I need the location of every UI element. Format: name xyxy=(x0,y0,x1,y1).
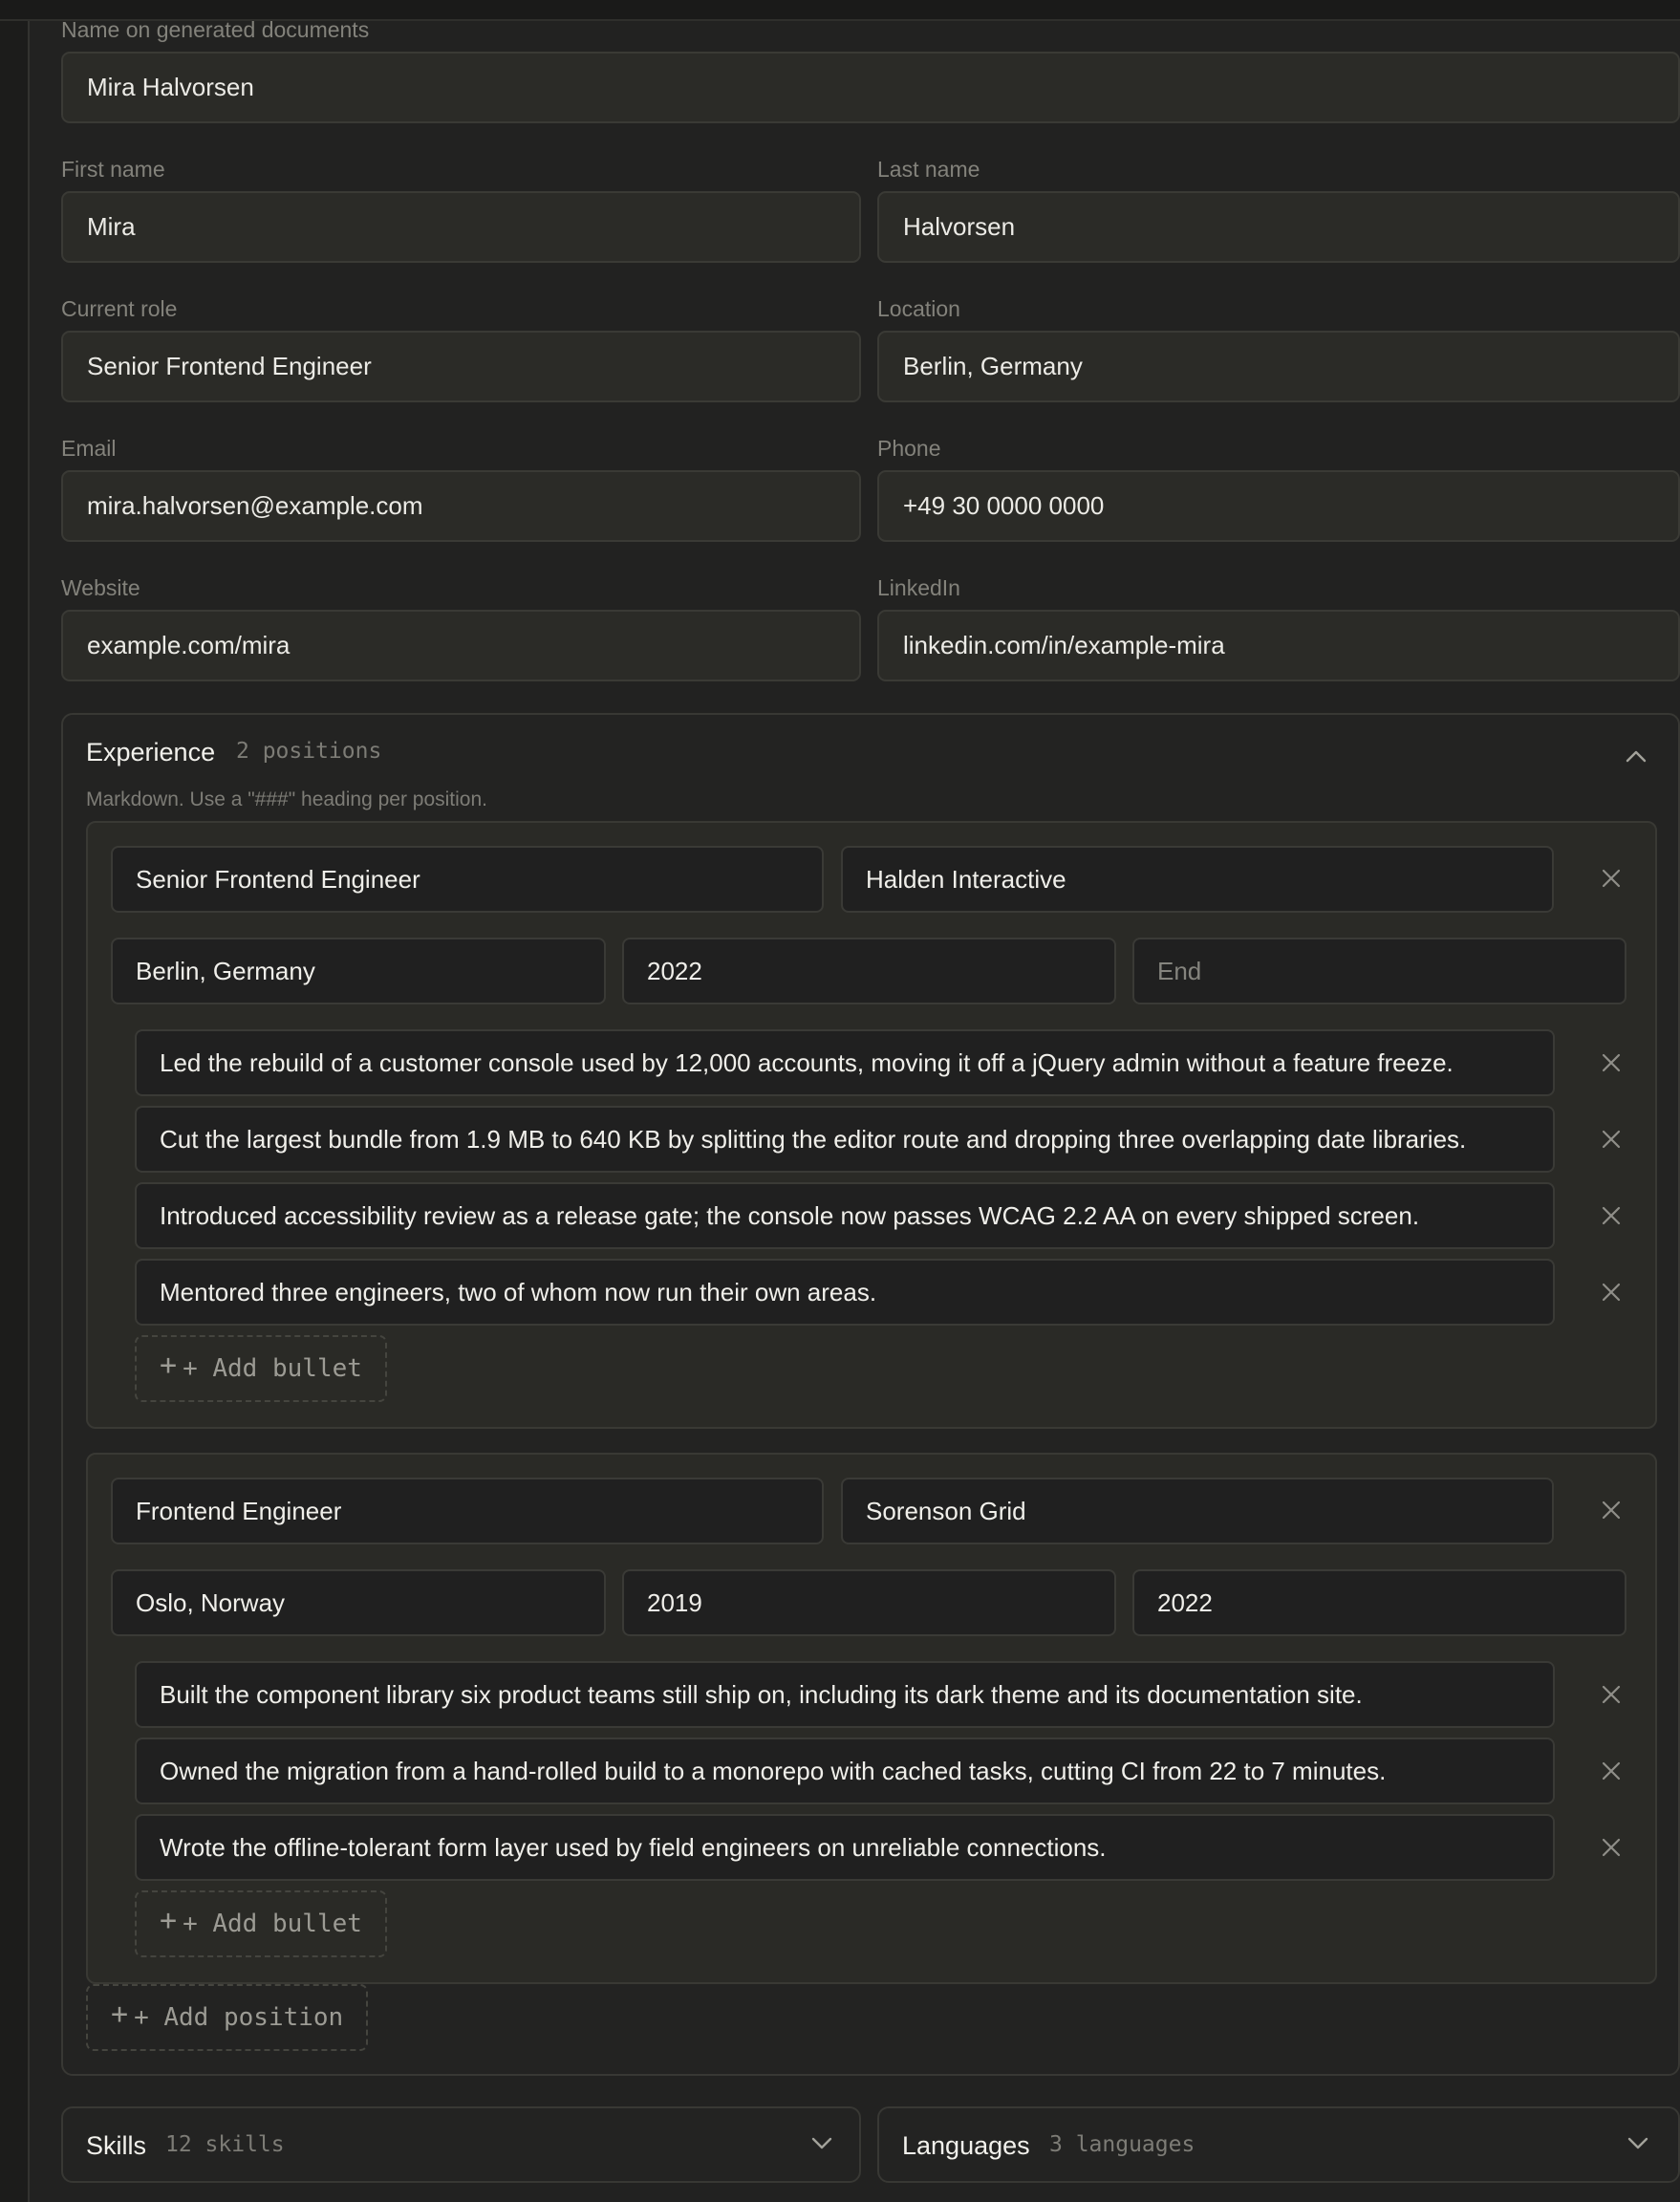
chevron-down-icon[interactable] xyxy=(807,2127,837,2158)
remove-bullet-button[interactable] xyxy=(1592,1828,1630,1867)
linkedin-input[interactable]: linkedin.com/in/example-mira xyxy=(877,610,1680,681)
email-label: Email xyxy=(61,436,117,461)
phone-input[interactable]: +49 30 0000 0000 xyxy=(877,470,1680,542)
close-icon xyxy=(1602,1130,1621,1149)
position-start-input[interactable]: 2022 xyxy=(622,938,1116,1004)
bullet-input[interactable]: Wrote the offline-tolerant form layer us… xyxy=(135,1814,1555,1881)
last-name-input[interactable]: Halvorsen xyxy=(877,191,1680,263)
close-icon xyxy=(1602,1206,1621,1225)
remove-bullet-button[interactable] xyxy=(1592,1752,1630,1790)
linkedin-label: LinkedIn xyxy=(877,575,960,600)
experience-title: Experience xyxy=(86,738,216,766)
position-company-input[interactable]: Sorenson Grid xyxy=(841,1478,1554,1544)
close-icon xyxy=(1602,1500,1621,1520)
close-icon xyxy=(1602,1053,1621,1072)
bullet-input[interactable]: Mentored three engineers, two of whom no… xyxy=(135,1259,1555,1326)
position-start-input[interactable]: 2019 xyxy=(622,1569,1116,1636)
remove-bullet-button[interactable] xyxy=(1592,1197,1630,1235)
chevron-down-icon[interactable] xyxy=(1623,2127,1653,2158)
bullet-input[interactable]: Built the component library six product … xyxy=(135,1661,1555,1728)
position-location-input[interactable]: Oslo, Norway xyxy=(111,1569,606,1636)
add-bullet-label: + Add bullet xyxy=(183,1910,362,1938)
website-label: Website xyxy=(61,575,140,600)
role-label: Current role xyxy=(61,296,178,321)
add-bullet-button[interactable]: + + Add bullet xyxy=(135,1335,387,1402)
location-input[interactable]: Berlin, Germany xyxy=(877,331,1680,402)
close-icon xyxy=(1602,1685,1621,1704)
position-company-input[interactable]: Halden Interactive xyxy=(841,846,1554,913)
display-name-label: Name on generated documents xyxy=(61,17,370,42)
skills-count: 12 skills xyxy=(165,2132,285,2157)
close-icon xyxy=(1602,1761,1621,1781)
close-icon xyxy=(1602,1283,1621,1302)
add-bullet-button[interactable]: + + Add bullet xyxy=(135,1890,387,1957)
languages-title: Languages xyxy=(902,2131,1030,2160)
left-rail xyxy=(0,21,30,2202)
display-name-input[interactable]: Mira Halvorsen xyxy=(61,52,1680,123)
skills-title: Skills xyxy=(86,2131,147,2160)
languages-count: 3 languages xyxy=(1049,2132,1195,2157)
position-title-input[interactable]: Frontend Engineer xyxy=(111,1478,824,1544)
remove-bullet-button[interactable] xyxy=(1592,1120,1630,1158)
position-end-input[interactable]: 2022 xyxy=(1132,1569,1626,1636)
position-end-input[interactable]: End xyxy=(1132,938,1626,1004)
experience-hint: Markdown. Use a "###" heading per positi… xyxy=(86,788,487,810)
phone-label: Phone xyxy=(877,436,941,461)
remove-bullet-button[interactable] xyxy=(1592,1273,1630,1311)
add-bullet-label: + Add bullet xyxy=(183,1354,362,1383)
first-name-label: First name xyxy=(61,157,165,182)
position-title-input[interactable]: Senior Frontend Engineer xyxy=(111,846,824,913)
add-position-button[interactable]: + + Add position xyxy=(86,1984,369,2051)
close-icon xyxy=(1602,1838,1621,1857)
bullet-input[interactable]: Owned the migration from a hand-rolled b… xyxy=(135,1738,1555,1804)
experience-count: 2 positions xyxy=(236,739,382,764)
email-input[interactable]: mira.halvorsen@example.com xyxy=(61,470,861,542)
add-position-label: + Add position xyxy=(134,2003,344,2032)
bullet-input[interactable]: Led the rebuild of a customer console us… xyxy=(135,1029,1555,1096)
skills-section[interactable]: Skills 12 skills xyxy=(61,2106,861,2183)
location-label: Location xyxy=(877,296,960,321)
remove-position-button[interactable] xyxy=(1592,859,1630,897)
last-name-label: Last name xyxy=(877,157,980,182)
position-location-input[interactable]: Berlin, Germany xyxy=(111,938,606,1004)
first-name-input[interactable]: Mira xyxy=(61,191,861,263)
languages-section[interactable]: Languages 3 languages xyxy=(877,2106,1680,2183)
bullet-input[interactable]: Introduced accessibility review as a rel… xyxy=(135,1182,1555,1249)
bullet-input[interactable]: Cut the largest bundle from 1.9 MB to 64… xyxy=(135,1106,1555,1173)
plus-icon: + xyxy=(160,1903,178,1937)
remove-bullet-button[interactable] xyxy=(1592,1044,1630,1082)
chevron-up-icon[interactable] xyxy=(1621,742,1651,772)
plus-icon: + xyxy=(111,1997,129,2031)
remove-bullet-button[interactable] xyxy=(1592,1675,1630,1714)
position-card: Senior Frontend Engineer Halden Interact… xyxy=(86,821,1657,1429)
position-card: Frontend Engineer Sorenson Grid Oslo, No… xyxy=(86,1453,1657,1984)
plus-icon: + xyxy=(160,1348,178,1382)
remove-position-button[interactable] xyxy=(1592,1491,1630,1529)
close-icon xyxy=(1602,869,1621,888)
website-input[interactable]: example.com/mira xyxy=(61,610,861,681)
experience-section: Experience 2 positions Markdown. Use a "… xyxy=(61,713,1680,2076)
role-input[interactable]: Senior Frontend Engineer xyxy=(61,331,861,402)
